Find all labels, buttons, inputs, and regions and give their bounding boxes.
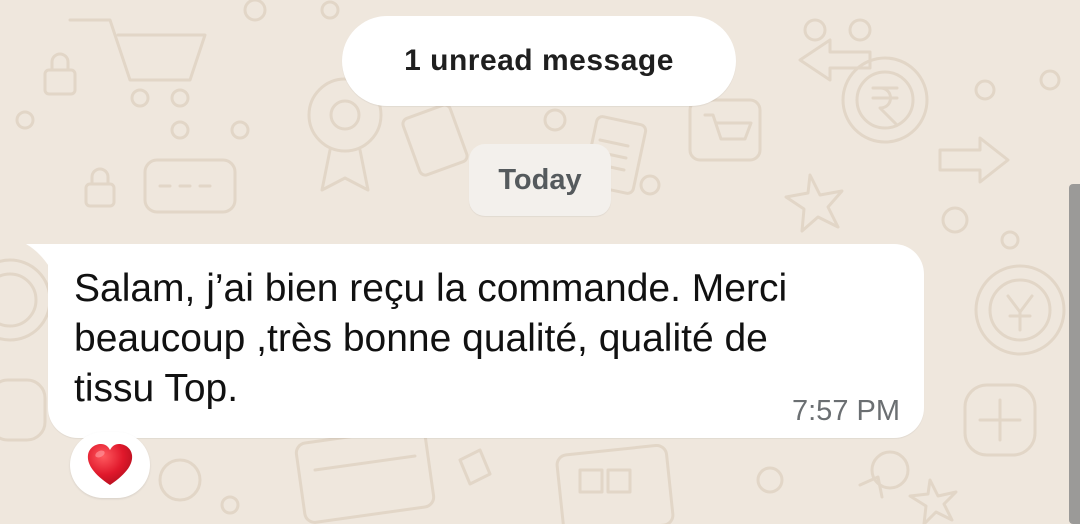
qr-card-doodle-icon [555,443,675,524]
rupee-coin-doodle-icon [841,56,929,144]
scrollbar-thumb[interactable] [1069,184,1080,524]
message-timestamp: 7:57 PM [792,395,900,427]
receipt-doodle-icon [401,103,469,177]
arrow-doodle-icon [798,38,872,82]
cart-doodle-icon [68,18,207,108]
plus-badge-doodle-icon [963,383,1037,457]
password-doodle-icon [143,158,237,214]
lock-doodle-icon [43,52,77,96]
plus-badge-doodle-icon-2 [0,378,47,442]
incoming-message-bubble[interactable]: Salam, j’ai bien reçu la commande. Merci… [26,244,924,438]
red-heart-icon [87,444,133,485]
date-separator-label: Today [498,163,582,196]
card-doodle-icon [294,426,436,524]
bubble-tail [26,244,50,268]
coin-doodle-icon [0,258,52,342]
lock-doodle-icon-2 [84,167,116,208]
star-doodle-icon [784,173,844,233]
unread-messages-banner: 1 unread message [342,16,736,106]
yen-coin-doodle-icon [974,264,1066,356]
unread-messages-label: 1 unread message [404,44,674,77]
message-text: Salam, j’ai bien reçu la commande. Merci… [74,267,788,410]
date-separator: Today [469,144,611,216]
arrow-doodle-icon-2 [938,136,1010,184]
message-reaction[interactable] [70,432,150,498]
cart-doodle-icon-2 [688,98,762,162]
